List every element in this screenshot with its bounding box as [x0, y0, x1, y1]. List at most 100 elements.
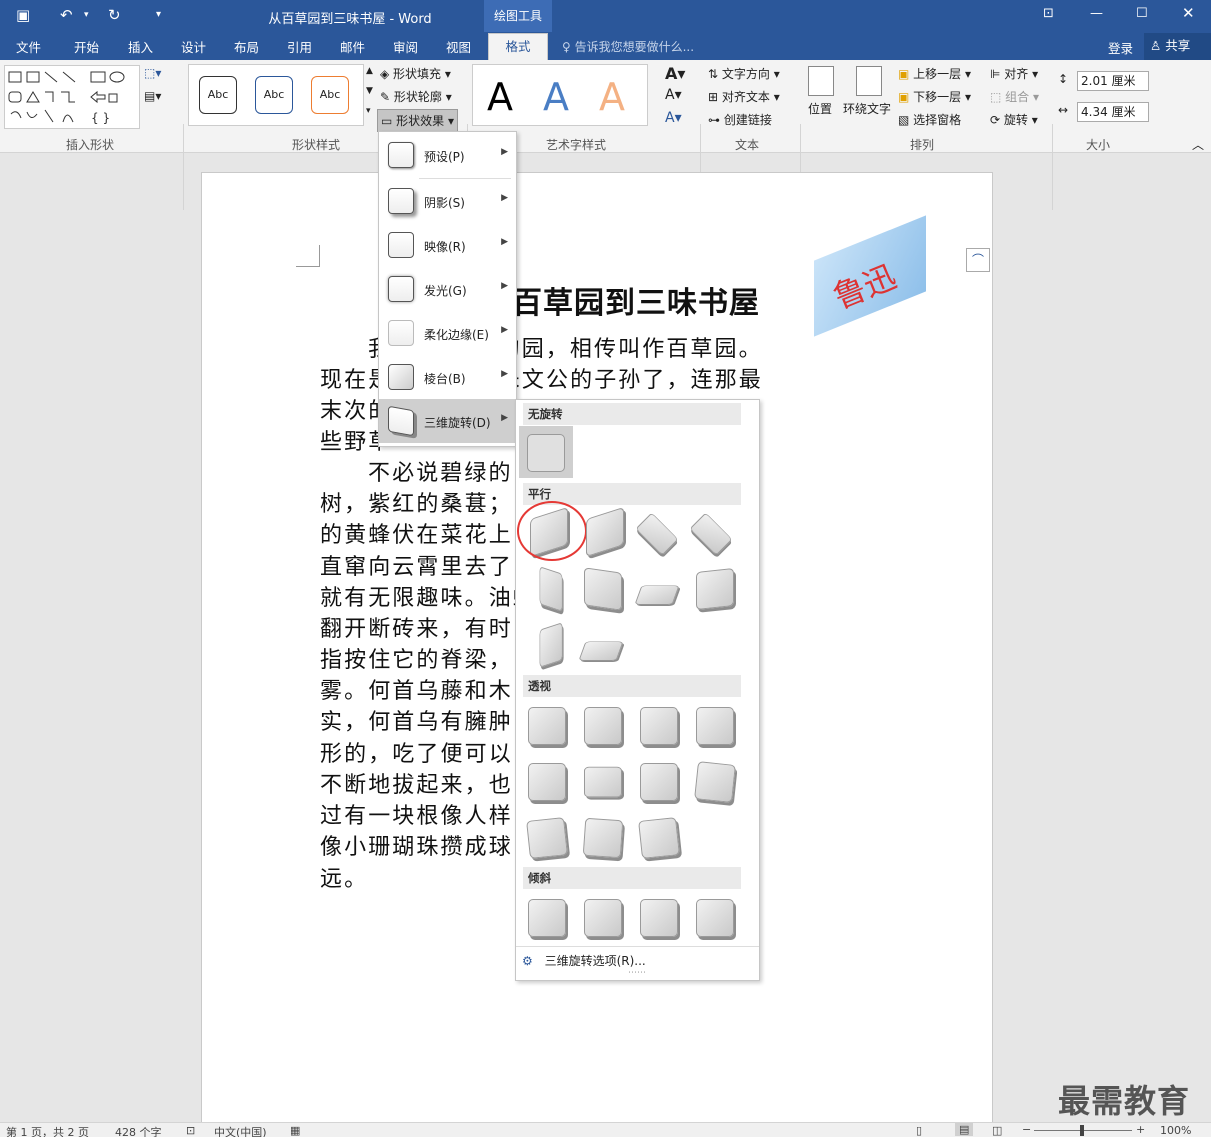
text-fill-icon[interactable]: A▾ — [665, 64, 685, 83]
language[interactable]: 中文(中国) — [214, 1124, 267, 1137]
wrap-text-icon[interactable] — [856, 66, 882, 96]
proofing-icon[interactable]: ⊡ — [186, 1124, 195, 1137]
rotation-parallel-3[interactable] — [635, 512, 679, 556]
gallery-more-icon[interactable]: ▾ — [366, 106, 371, 116]
menu-item-3d-rotation[interactable]: 三维旋转(D) ▶ — [379, 399, 516, 443]
page-count[interactable]: 第 1 页，共 2 页 — [6, 1124, 89, 1137]
width-field[interactable]: 4.34 厘米 — [1077, 102, 1149, 122]
zoom-out-icon[interactable]: − — [1022, 1123, 1031, 1136]
edit-shape-icon[interactable]: ⬚▾ — [144, 66, 161, 80]
text-outline-icon[interactable]: A▾ — [665, 87, 682, 103]
rotation-perspective-8[interactable] — [694, 761, 736, 803]
word-count[interactable]: 428 个字 — [115, 1124, 162, 1137]
rotation-perspective-2[interactable] — [584, 707, 622, 745]
rotation-parallel-2[interactable] — [586, 506, 624, 558]
read-mode-icon[interactable]: ▯ — [916, 1124, 922, 1137]
rotation-perspective-4[interactable] — [696, 707, 734, 745]
text-box-icon[interactable]: ▤▾ — [144, 89, 161, 103]
layout-options-icon[interactable]: ⌒ — [966, 248, 990, 272]
tab-file[interactable]: 文件 — [16, 37, 41, 56]
login-link[interactable]: 登录 — [1108, 38, 1133, 57]
tab-references[interactable]: 引用 — [287, 37, 312, 56]
tab-home[interactable]: 开始 — [74, 37, 99, 56]
resize-grip-icon[interactable]: ⋯⋯ — [628, 968, 646, 978]
rotation-parallel-9[interactable] — [539, 622, 563, 668]
zoom-level[interactable]: 100% — [1160, 1124, 1191, 1137]
minimize-button[interactable]: — — [1090, 6, 1103, 21]
gallery-scroll-up-icon[interactable]: ▲ — [366, 66, 373, 76]
rotation-perspective-9[interactable] — [526, 817, 568, 859]
height-field[interactable]: 2.01 厘米 — [1077, 71, 1149, 91]
web-layout-icon[interactable]: ◫ — [992, 1124, 1002, 1137]
gallery-scroll-down-icon[interactable]: ▼ — [366, 86, 373, 96]
maximize-button[interactable]: ☐ — [1136, 6, 1148, 21]
rotation-perspective-6[interactable] — [584, 766, 622, 798]
selection-pane-button[interactable]: ▧ 选择窗格 — [898, 111, 961, 128]
shape-effects-button[interactable]: ▭ 形状效果 ▾ — [377, 109, 459, 132]
position-button[interactable]: 位置 — [808, 100, 832, 117]
share-button[interactable]: ♙ 共享 — [1144, 33, 1211, 60]
tab-insert[interactable]: 插入 — [128, 37, 153, 56]
tab-design[interactable]: 设计 — [181, 37, 206, 56]
tab-view[interactable]: 视图 — [446, 37, 471, 56]
text-effects-icon[interactable]: A▾ — [665, 110, 682, 126]
menu-item-soft-edges[interactable]: 柔化边缘(E) ▶ — [379, 311, 516, 355]
bring-forward-button[interactable]: ▣ 上移一层 ▾ — [898, 65, 971, 82]
rotation-parallel-4[interactable] — [689, 512, 733, 556]
ribbon-display-icon[interactable]: ⊡ — [1043, 6, 1054, 21]
collapse-ribbon-icon[interactable]: ︿ — [1192, 136, 1204, 153]
rotation-parallel-10[interactable] — [578, 641, 624, 661]
rotation-none[interactable] — [527, 434, 565, 472]
shape-style-3[interactable]: Abc — [311, 76, 349, 114]
shape-style-2[interactable]: Abc — [255, 76, 293, 114]
wordart-style-3[interactable]: A — [599, 75, 625, 119]
zoom-in-icon[interactable]: + — [1136, 1123, 1145, 1136]
rotation-perspective-7[interactable] — [640, 763, 678, 801]
send-backward-button[interactable]: ▣ 下移一层 ▾ — [898, 88, 971, 105]
tab-review[interactable]: 审阅 — [393, 37, 418, 56]
rotation-parallel-6[interactable] — [584, 567, 622, 611]
macro-icon[interactable]: ▦ — [290, 1124, 300, 1137]
tab-layout[interactable]: 布局 — [234, 37, 259, 56]
text-direction-button[interactable]: ⇅ 文字方向 ▾ — [708, 65, 780, 82]
wordart-style-2[interactable]: A — [543, 75, 569, 119]
rotation-parallel-5[interactable] — [539, 566, 563, 612]
wordart-style-1[interactable]: A — [487, 75, 513, 119]
tab-mailings[interactable]: 邮件 — [340, 37, 365, 56]
rotate-button[interactable]: ⟳ 旋转 ▾ — [990, 111, 1038, 128]
rotation-parallel-7[interactable] — [634, 585, 680, 605]
rotation-perspective-5[interactable] — [528, 763, 566, 801]
shape-style-1[interactable]: Abc — [199, 76, 237, 114]
rotation-oblique-1[interactable] — [528, 899, 566, 937]
create-link-button[interactable]: ⊶ 创建链接 — [708, 111, 772, 128]
position-icon[interactable] — [808, 66, 834, 96]
align-text-button[interactable]: ⊞ 对齐文本 ▾ — [708, 88, 780, 105]
rotation-parallel-8[interactable] — [696, 568, 734, 610]
wrap-text-button[interactable]: 环绕文字 — [843, 100, 891, 117]
menu-item-preset[interactable]: 预设(P) ▶ — [379, 133, 516, 177]
shapes-gallery[interactable]: { } — [4, 65, 140, 129]
rotation-oblique-2[interactable] — [584, 899, 622, 937]
rotation-perspective-11[interactable] — [638, 817, 680, 859]
3d-rotation-options[interactable]: ⚙ 三维旋转选项(R)... — [522, 952, 646, 969]
menu-item-bevel[interactable]: 棱台(B) ▶ — [379, 355, 516, 399]
rotation-oblique-4[interactable] — [696, 899, 734, 937]
close-button[interactable]: ✕ — [1182, 4, 1195, 22]
group-button[interactable]: ⬚ 组合 ▾ — [990, 88, 1039, 105]
shape-fill-button[interactable]: ◈ 形状填充 ▾ — [380, 65, 451, 82]
zoom-slider-thumb[interactable] — [1080, 1125, 1084, 1136]
rotation-perspective-3[interactable] — [640, 707, 678, 745]
shape-styles-gallery[interactable]: Abc Abc Abc — [188, 64, 364, 126]
wordart-gallery[interactable]: A A A — [472, 64, 648, 126]
menu-item-glow[interactable]: 发光(G) ▶ — [379, 267, 516, 311]
rotation-perspective-1[interactable] — [528, 707, 566, 745]
tab-format[interactable]: 格式 — [488, 33, 548, 60]
align-button[interactable]: ⊫ 对齐 ▾ — [990, 65, 1038, 82]
tell-me-box[interactable]: ♀ 告诉我您想要做什么... — [562, 38, 694, 55]
rotation-oblique-3[interactable] — [640, 899, 678, 937]
menu-item-reflection[interactable]: 映像(R) ▶ — [379, 223, 516, 267]
shape-outline-button[interactable]: ✎ 形状轮廓 ▾ — [380, 88, 452, 105]
menu-item-shadow[interactable]: 阴影(S) ▶ — [379, 179, 516, 223]
print-layout-icon[interactable]: ▤ — [955, 1123, 974, 1136]
rotation-perspective-10[interactable] — [582, 817, 624, 859]
